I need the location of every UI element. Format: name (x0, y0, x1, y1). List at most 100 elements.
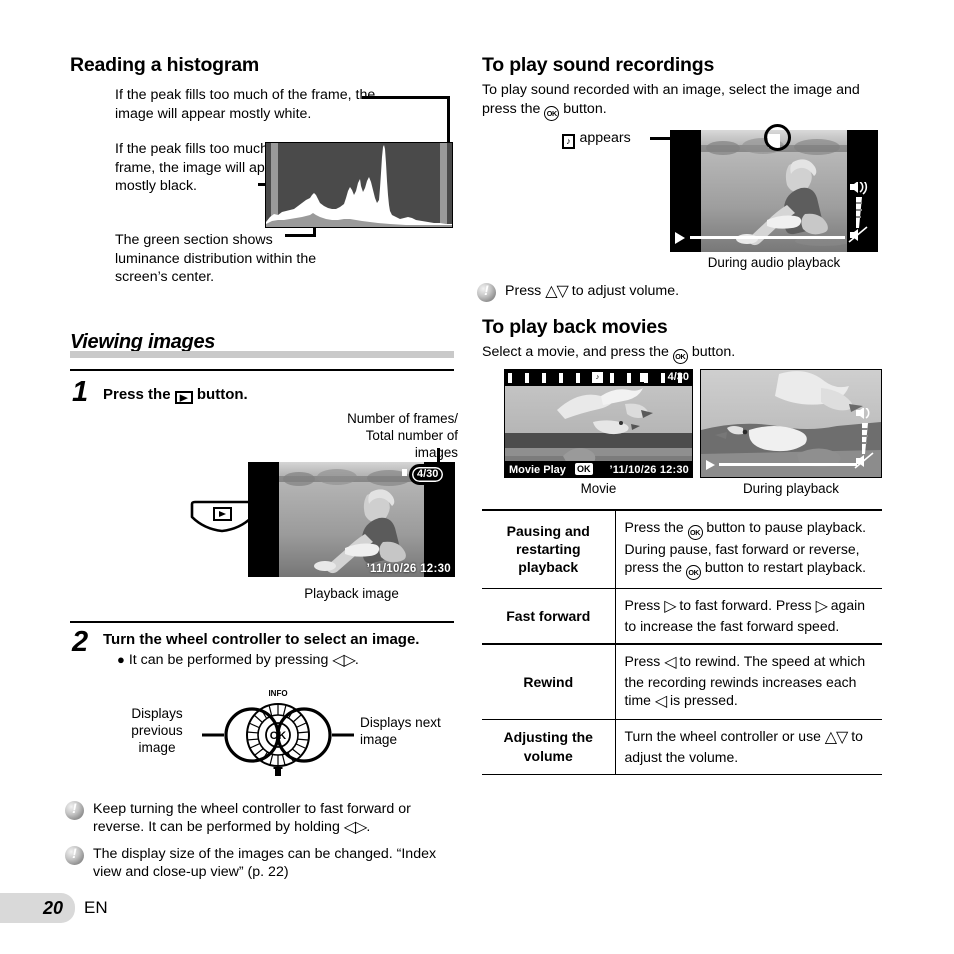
table-value-fast-forward: Press ▷ to fast forward. Press ▷ again t… (615, 588, 882, 645)
section-rule-gray (70, 351, 454, 358)
wheel-controller-graphic: INFO OK (202, 685, 354, 786)
frame-counter-badge: 4/30 (409, 464, 447, 485)
note-1-text: Keep turning the wheel controller to fas… (93, 800, 461, 838)
ok-button-icon: OK (687, 525, 703, 540)
camera-playback-key (190, 500, 254, 533)
note-1: Keep turning the wheel controller to fas… (65, 800, 461, 838)
table-row: Adjusting the volume Turn the wheel cont… (482, 719, 882, 776)
table-key-fast-forward: Fast forward (482, 588, 616, 645)
playback-photo (279, 462, 424, 577)
note-volume-b: to adjust volume. (571, 283, 680, 299)
playback-icon: ▶ (174, 391, 193, 404)
wheel-info-label: INFO (268, 689, 287, 698)
note-volume: Press △▽ to adjust volume. (477, 282, 869, 302)
leader-line-bottom-h (285, 234, 316, 237)
table-row: Pausing and restarting playback Press th… (482, 509, 882, 589)
note-2: The display size of the images can be ch… (65, 845, 461, 882)
play-icon (675, 232, 685, 244)
left-arrow-icon: ◁ (664, 654, 676, 672)
playback-image-caption: Playback image (304, 586, 399, 601)
page-language: EN (84, 898, 108, 917)
right-column: To play sound recordings To play sound r… (477, 0, 882, 954)
movie-caption: Movie (580, 481, 617, 496)
leader-line-top-h (362, 96, 450, 99)
sound-appears-label-group: ♪ appears (562, 129, 631, 149)
volume-scale-icon (848, 179, 868, 243)
right-arrow-icon: ▷ (664, 598, 676, 616)
step-2-bullet-after: . (354, 652, 359, 668)
trash-icon (273, 767, 283, 776)
movies-body-b: button. (691, 344, 736, 360)
leader-line-top-v (447, 96, 450, 144)
warning-icon (65, 845, 84, 865)
during-playback-screen (700, 369, 882, 478)
up-down-arrows-icon: △▽ (824, 729, 849, 747)
note-2-text: The display size of the images can be ch… (93, 846, 437, 881)
during-playback-caption: During playback (742, 481, 840, 496)
play-icon (706, 460, 715, 470)
step-1-number: 1 (72, 376, 89, 408)
volume-gauge (848, 179, 870, 249)
sound-icon-highlight (764, 124, 791, 151)
histogram-callout-white: If the peak fills too much of the frame,… (115, 87, 376, 122)
sound-appears-label: appears (579, 130, 631, 146)
step-2-bullet: ● It can be performed by pressing ◁▷. (117, 652, 359, 669)
movies-body-text: Select a movie, and press the OK button. (482, 343, 874, 364)
playback-button-graphic (188, 500, 256, 541)
section-rule-black (70, 369, 454, 372)
protect-icon (402, 469, 407, 476)
warning-icon (477, 282, 496, 302)
heading-play-back-movies: To play back movies (482, 316, 668, 338)
table-key-pausing: Pausing and restarting playback (482, 509, 616, 589)
progress-bar (690, 236, 845, 239)
histogram-callout-green: The green section shows luminance distri… (115, 232, 317, 286)
table-value-pausing: Press the OK button to pause playback. D… (615, 509, 882, 589)
progress-fill (719, 463, 774, 466)
ok-button-icon: OK (544, 105, 560, 121)
movie-play-label: Movie Play (509, 464, 566, 476)
note-volume-text: Press △▽ to adjust volume. (505, 282, 679, 301)
wheel-controller: INFO OK (202, 689, 354, 776)
manual-page: Reading a histogram If the peak fills to… (0, 0, 954, 954)
table-row: Fast forward Press ▷ to fast forward. Pr… (482, 588, 882, 645)
page-number: 20 (42, 898, 63, 918)
table-key-rewind: Rewind (482, 643, 616, 720)
sound-body-a: To play sound recorded with an image, se… (482, 82, 860, 117)
step-1-text-before: Press the (103, 386, 171, 403)
playback-datetime: ’11/10/26 12:30 (366, 563, 451, 575)
left-arrow-icon: ◁ (654, 693, 667, 711)
movie-frame-counter: 4/30 (667, 371, 689, 383)
note-volume-a: Press (505, 283, 542, 299)
number-of-frames-label: Number of frames/ Total number of images (347, 411, 458, 460)
heading-reading-a-histogram: Reading a histogram (70, 54, 260, 76)
wheel-right-label: Displays next image (360, 715, 441, 747)
volume-scale-icon (854, 407, 874, 469)
ok-button-icon: OK (685, 565, 701, 581)
wheel-left-label: Displays previous image (131, 706, 183, 755)
audio-playback-caption: During audio playback (707, 255, 841, 270)
step-1-text: Press the ▶ button. (103, 386, 248, 404)
left-right-arrows-icon: ◁▷ (343, 819, 368, 837)
sound-body-text: To play sound recorded with an image, se… (482, 81, 874, 121)
movie-media-icon (640, 373, 648, 382)
movie-sound-icon: ♪ (591, 371, 604, 384)
step-2-text: Turn the wheel controller to select an i… (103, 631, 420, 648)
table-value-rewind: Press ◁ to rewind. The speed at which th… (615, 643, 882, 720)
table-value-volume: Turn the wheel controller or use △▽ to a… (615, 719, 882, 776)
left-column: Reading a histogram If the peak fills to… (65, 0, 462, 954)
movie-ok-badge: OK (575, 463, 593, 475)
step-2-bullet-text: It can be performed by pressing (128, 652, 329, 668)
sound-body-b: button. (563, 100, 607, 117)
table-key-volume: Adjusting the volume (482, 719, 616, 776)
volume-gauge (854, 407, 876, 475)
warning-icon (65, 800, 84, 820)
histogram-graphic (265, 142, 453, 228)
up-down-arrows-icon: △▽ (545, 283, 569, 300)
movie-screen: ♪ 4/30 Movie Play OK ’11/10/26 12:30 (504, 369, 693, 478)
sound-note-icon: ♪ (562, 134, 575, 149)
table-row: Rewind Press ◁ to rewind. The speed at w… (482, 643, 882, 720)
left-right-arrows-icon: ◁▷ (332, 652, 356, 669)
step-2-number: 2 (72, 626, 89, 658)
histogram-curve (266, 145, 452, 227)
page-number-tab: 20 (0, 893, 75, 923)
